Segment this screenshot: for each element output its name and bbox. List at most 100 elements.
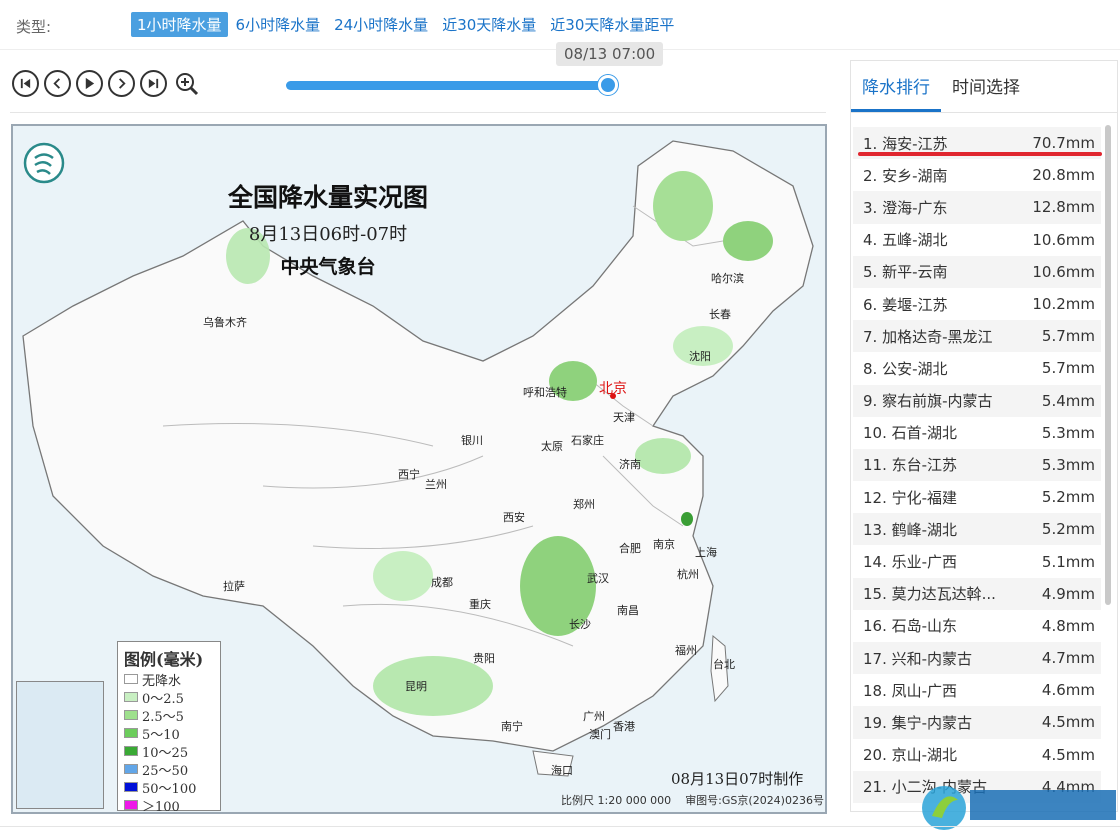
- map-scale: 比例尺 1:20 000 000 审图号:GS京(2024)0236号: [561, 794, 824, 807]
- prev-button[interactable]: [44, 70, 71, 97]
- first-button[interactable]: [12, 70, 39, 97]
- map-title-block: 全国降水量实况图 8月13日06时-07时 中央气象台: [13, 178, 643, 279]
- city-label: 乌鲁木齐: [203, 316, 247, 329]
- cma-logo-icon: [23, 142, 65, 184]
- legend-item: 0～2.5: [124, 688, 214, 707]
- time-slider-track[interactable]: [286, 81, 610, 90]
- list-item[interactable]: 19. 集宁-内蒙古 4.5mm: [853, 706, 1101, 739]
- tab-time-select[interactable]: 时间选择: [941, 61, 1031, 112]
- city-label: 南宁: [501, 720, 523, 733]
- list-item[interactable]: 13. 鹤峰-湖北 5.2mm: [853, 513, 1101, 546]
- south-china-sea-inset: [16, 681, 104, 809]
- last-icon: [148, 78, 159, 89]
- divider: [10, 112, 826, 113]
- city-label: 合肥: [619, 542, 641, 555]
- legend-swatch: [124, 674, 138, 684]
- city-label: 西安: [503, 511, 525, 524]
- list-item[interactable]: 11. 东台-江苏 5.3mm: [853, 448, 1101, 482]
- city-label: 贵阳: [473, 652, 495, 665]
- legend-item: 50～100: [124, 778, 214, 797]
- precipitation-map[interactable]: 全国降水量实况图 8月13日06时-07时 中央气象台 乌鲁木齐 拉萨 西宁 兰…: [11, 124, 827, 814]
- city-label: 澳门: [589, 728, 611, 741]
- ranking-panel: 降水排行 时间选择 1. 海安-江苏 70.7mm 2. 安乡-湖南 20.8mm …: [850, 60, 1118, 812]
- city-label: 济南: [619, 458, 641, 471]
- list-item[interactable]: 4. 五峰-湖北 10.6mm: [853, 224, 1101, 256]
- city-label: 沈阳: [689, 350, 711, 363]
- highlight-underline: [858, 152, 1102, 156]
- city-label: 兰州: [425, 478, 447, 491]
- list-item[interactable]: 20. 京山-湖北 4.5mm: [853, 739, 1101, 771]
- type-tab-30d-anomaly[interactable]: 近30天降水量距平: [544, 12, 680, 37]
- city-label: 南京: [653, 538, 675, 551]
- last-button[interactable]: [140, 70, 167, 97]
- city-label: 昆明: [405, 680, 427, 693]
- bottom-divider: [0, 826, 1120, 827]
- city-label: 长沙: [569, 618, 591, 631]
- legend-item: ＞100: [124, 796, 214, 812]
- play-button[interactable]: [76, 70, 103, 97]
- map-legend: 图例(毫米) 无降水 0～2.5 2.5～5 5～10 10～25 25～50 …: [117, 641, 221, 812]
- city-label: 西宁: [398, 468, 420, 481]
- legend-item: 10～25: [124, 742, 214, 761]
- list-item[interactable]: 9. 察右前旗-内蒙古 5.4mm: [853, 384, 1101, 417]
- list-item[interactable]: 5. 新平-云南 10.6mm: [853, 255, 1101, 288]
- player-controls: [12, 70, 202, 97]
- first-icon: [20, 78, 31, 89]
- list-item[interactable]: 10. 石首-湖北 5.3mm: [853, 417, 1101, 449]
- list-item[interactable]: 8. 公安-湖北 5.7mm: [853, 352, 1101, 384]
- legend-item: 2.5～5: [124, 706, 214, 725]
- map-made-time: 08月13日07时制作: [671, 770, 804, 788]
- city-label: 郑州: [573, 498, 595, 511]
- city-label: 上海: [695, 546, 717, 559]
- ranking-scrollbar[interactable]: [1105, 125, 1111, 605]
- city-label: 石家庄: [571, 434, 604, 447]
- type-tab-24h[interactable]: 24小时降水量: [328, 12, 434, 37]
- play-icon: [85, 77, 95, 90]
- city-label: 银川: [461, 434, 483, 447]
- list-item[interactable]: 2. 安乡-湖南 20.8mm: [853, 159, 1101, 191]
- next-icon: [118, 78, 126, 89]
- legend-swatch: [124, 782, 138, 792]
- time-slider-handle[interactable]: [598, 75, 618, 95]
- current-time-tooltip: 08/13 07:00: [556, 42, 664, 66]
- map-subtitle: 8月13日06时-07时: [248, 224, 408, 245]
- list-item[interactable]: 12. 宁化-福建 5.2mm: [853, 481, 1101, 513]
- legend-item: 无降水: [124, 670, 214, 689]
- city-label: 南昌: [617, 604, 639, 617]
- list-item[interactable]: 17. 兴和-内蒙古 4.7mm: [853, 642, 1101, 675]
- type-tab-6h[interactable]: 6小时降水量: [230, 12, 327, 37]
- ranking-list: 1. 海安-江苏 70.7mm 2. 安乡-湖南 20.8mm 3. 澄海-广东 12…: [853, 127, 1101, 803]
- legend-swatch: [124, 728, 138, 738]
- type-tab-1h[interactable]: 1小时降水量: [131, 12, 228, 37]
- map-title: 全国降水量实况图: [227, 183, 428, 212]
- prev-icon: [53, 78, 61, 89]
- next-button[interactable]: [108, 70, 135, 97]
- list-item[interactable]: 7. 加格达奇-黑龙江 5.7mm: [853, 320, 1101, 353]
- tab-ranking[interactable]: 降水排行: [851, 61, 941, 112]
- city-label: 天津: [613, 411, 635, 424]
- list-item[interactable]: 6. 姜堰-江苏 10.2mm: [853, 288, 1101, 320]
- legend-swatch: [124, 764, 138, 774]
- city-label: 重庆: [469, 598, 491, 611]
- legend-item: 25～50: [124, 760, 214, 779]
- list-item[interactable]: 3. 澄海-广东 12.8mm: [853, 191, 1101, 224]
- type-tab-30d[interactable]: 近30天降水量: [436, 12, 542, 37]
- list-item[interactable]: 15. 莫力达瓦达斡... 4.9mm: [853, 577, 1101, 610]
- city-label: 武汉: [587, 572, 609, 585]
- city-label: 广州: [583, 710, 605, 723]
- zoom-in-button[interactable]: [172, 70, 202, 97]
- city-label: 哈尔滨: [711, 272, 744, 285]
- city-label: 台北: [713, 658, 735, 671]
- list-item[interactable]: 14. 乐业-广西 5.1mm: [853, 545, 1101, 577]
- city-label: 呼和浩特: [523, 386, 567, 399]
- legend-swatch: [124, 710, 138, 720]
- city-label: 拉萨: [223, 580, 245, 593]
- type-tabs: 1小时降水量 6小时降水量 24小时降水量 近30天降水量 近30天降水量距平: [131, 12, 682, 37]
- legend-item: 5～10: [124, 724, 214, 743]
- city-label: 北京: [599, 381, 627, 397]
- list-item[interactable]: 16. 石岛-山东 4.8mm: [853, 610, 1101, 642]
- list-item[interactable]: 18. 凤山-广西 4.6mm: [853, 674, 1101, 706]
- zoom-in-icon: [176, 72, 199, 95]
- city-label: 海口: [551, 764, 573, 777]
- city-label: 太原: [541, 440, 563, 453]
